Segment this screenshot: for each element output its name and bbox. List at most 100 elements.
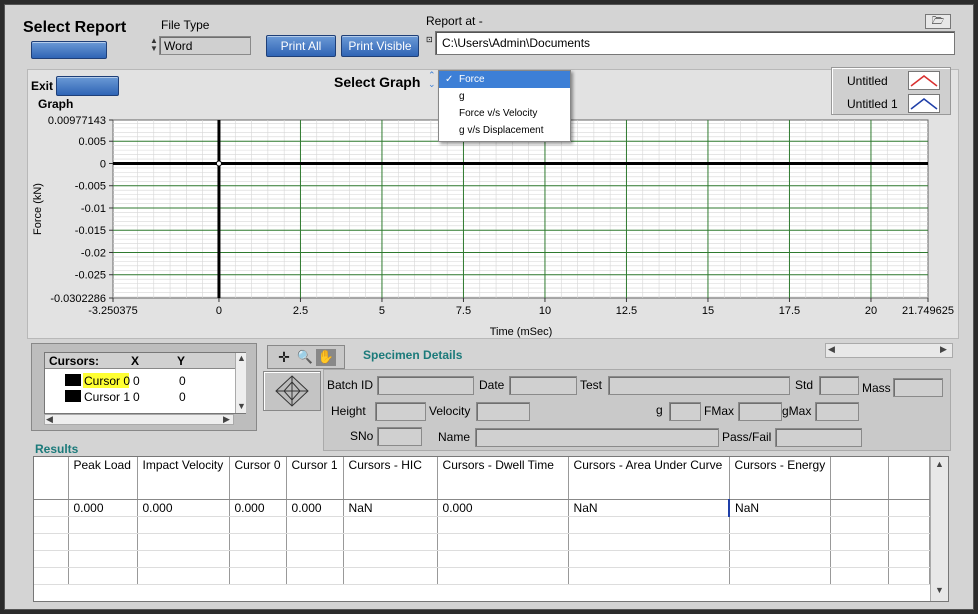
y-tick-label: 0.00977143 (48, 115, 106, 127)
name-label: Name (438, 430, 471, 444)
dropdown-option-force-vs-velocity[interactable]: Force v/s Velocity (439, 105, 570, 122)
folder-browse-icon[interactable]: 🗁 (925, 14, 951, 29)
cursor-table-hscroll[interactable]: ◀ ▶ (44, 414, 234, 425)
specimen-hscroll[interactable]: ◀ ▶ (825, 343, 953, 358)
results-header-cell (34, 457, 69, 500)
x-tick-label: 7.5 (456, 305, 471, 317)
x-tick-label: 0 (216, 305, 222, 317)
select-graph-label: Select Graph (334, 74, 421, 90)
select-report-button[interactable] (31, 41, 107, 59)
pan-tool-icon[interactable]: ✋ (316, 349, 336, 366)
select-graph-dropdown[interactable]: ✓ Force g Force v/s Velocity g v/s Displa… (438, 70, 571, 142)
sno-label: SNo (350, 429, 374, 443)
results-cell[interactable]: 0.000 (437, 499, 569, 517)
sno-field[interactable] (377, 427, 422, 446)
cursor-0-swatch[interactable] (65, 374, 81, 386)
results-header-cell (888, 457, 930, 500)
table-row[interactable] (34, 533, 930, 551)
mass-field[interactable] (893, 378, 943, 397)
cursor-1-y[interactable]: 0 (179, 390, 186, 404)
results-cell[interactable]: NaN (728, 499, 832, 517)
legend-swatch-untitled-1[interactable] (908, 94, 940, 113)
table-row[interactable] (34, 550, 930, 568)
dropdown-option-g-vs-displacement[interactable]: g v/s Displacement (439, 122, 570, 139)
table-row[interactable] (34, 516, 930, 534)
cursor-table[interactable]: Cursors: X Y Cursor 0 0 0 Cursor 1 0 0 ▲… (44, 352, 246, 414)
results-cell[interactable]: NaN (343, 499, 438, 517)
cursor-1-name[interactable]: Cursor 1 (84, 390, 130, 404)
report-path-input[interactable]: C:\Users\Admin\Documents (435, 31, 955, 55)
print-all-button[interactable]: Print All (266, 35, 336, 57)
select-graph-spinner[interactable]: ⌃ ⌄ (428, 71, 438, 91)
legend-swatch-untitled[interactable] (908, 71, 940, 90)
cursor-1-x[interactable]: 0 (133, 390, 140, 404)
test-label: Test (580, 378, 603, 392)
table-row[interactable] (34, 567, 930, 585)
cursor-0-name[interactable]: Cursor 0 (84, 374, 130, 388)
page-title: Select Report (23, 19, 127, 36)
std-field[interactable] (819, 376, 859, 395)
x-tick-label: 17.5 (779, 305, 800, 317)
y-tick-label: -0.01 (81, 203, 106, 215)
fmax-field[interactable] (738, 402, 782, 421)
force-chart[interactable]: 0.00977143 0.005 0 -0.005 -0.01 -0.015 -0.02 -0… (27, 113, 959, 341)
y-tick-label: -0.025 (75, 270, 106, 282)
results-cell[interactable]: 0.000 (286, 499, 344, 517)
path-type-icon[interactable]: ⊡ (426, 35, 434, 49)
results-cell[interactable] (888, 499, 930, 517)
cursor-point[interactable] (215, 160, 222, 167)
results-title: Results (35, 442, 79, 456)
date-label: Date (479, 378, 505, 392)
results-cell[interactable]: NaN (568, 499, 730, 517)
dropdown-option-g[interactable]: g (439, 88, 570, 105)
results-cell[interactable]: 0.000 (68, 499, 138, 517)
exit-button[interactable] (56, 76, 119, 96)
g-label: g (656, 403, 663, 417)
results-cell[interactable] (34, 499, 69, 517)
cursor-mover[interactable] (263, 371, 321, 411)
y-tick-label: -0.005 (75, 181, 106, 193)
batch-id-field[interactable] (377, 376, 474, 395)
results-cell[interactable] (830, 499, 890, 517)
pass-fail-field[interactable] (775, 428, 862, 447)
legend-label-untitled-1: Untitled 1 (847, 97, 898, 111)
file-type-field[interactable]: Word (159, 36, 251, 55)
x-tick-label: 12.5 (616, 305, 637, 317)
table-row[interactable]: 0.000 0.000 0.000 0.000 NaN 0.000 NaN Na… (34, 499, 930, 517)
cursor-1-swatch[interactable] (65, 390, 81, 402)
results-vscroll[interactable]: ▲ ▼ (930, 457, 948, 601)
exit-label: Exit (31, 79, 54, 93)
checkmark-icon: ✓ (445, 74, 454, 85)
cursor-header-y: Y (177, 354, 186, 368)
results-table[interactable]: Peak Load Impact Velocity Cursor 0 Curso… (34, 457, 930, 585)
x-tick-label: -3.250375 (88, 305, 138, 317)
test-field[interactable] (608, 376, 790, 395)
results-cell[interactable]: 0.000 (137, 499, 230, 517)
zoom-tool-icon[interactable]: 🔍 (295, 349, 315, 366)
gmax-field[interactable] (815, 402, 859, 421)
results-header-cell: Impact Velocity (137, 457, 230, 500)
name-field[interactable] (475, 428, 719, 447)
results-cell[interactable]: 0.000 (229, 499, 287, 517)
cursor-0-x[interactable]: 0 (133, 374, 140, 388)
main-window: Select Report File Type ▲ ▼ Word Print Al… (4, 4, 974, 610)
dropdown-option-force[interactable]: ✓ Force (439, 71, 570, 88)
cursor-table-scrollbar[interactable]: ▲ ▼ (235, 353, 246, 413)
x-tick-label: 20 (865, 305, 877, 317)
x-tick-label: 5 (379, 305, 385, 317)
specimen-details-title: Specimen Details (363, 348, 463, 362)
crosshair-tool-icon[interactable]: ✛ (274, 349, 294, 366)
y-tick-label: -0.015 (75, 225, 106, 237)
cursor-0-y[interactable]: 0 (179, 374, 186, 388)
cursor-legend-panel: Cursors: X Y Cursor 0 0 0 Cursor 1 0 0 ▲… (31, 343, 257, 431)
results-header-cell: Cursors - Energy (729, 457, 832, 500)
report-at-label: Report at - (426, 14, 483, 28)
g-field[interactable] (669, 402, 701, 421)
mass-label: Mass (862, 381, 891, 395)
date-field[interactable] (509, 376, 577, 395)
cursor-header-name: Cursors: (49, 354, 100, 368)
x-tick-label: 10 (539, 305, 551, 317)
print-visible-button[interactable]: Print Visible (341, 35, 419, 57)
velocity-field[interactable] (476, 402, 530, 421)
height-field[interactable] (375, 402, 426, 421)
